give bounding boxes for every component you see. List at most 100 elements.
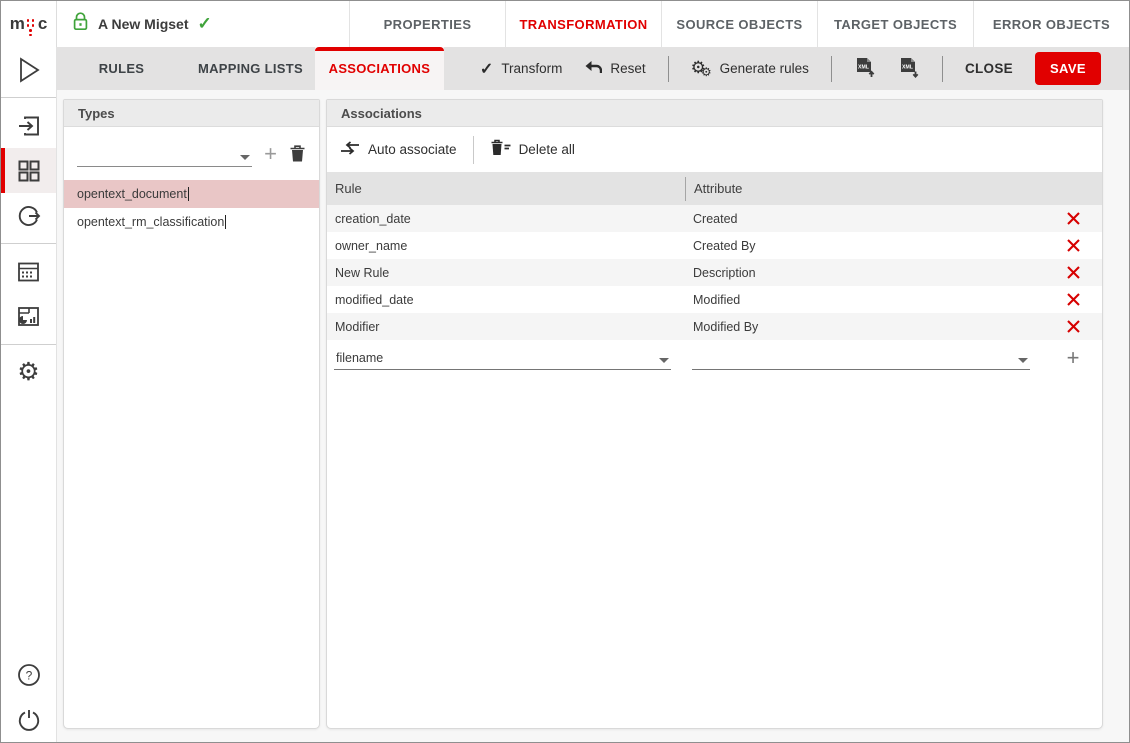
save-button[interactable]: SAVE bbox=[1035, 52, 1101, 85]
transform-button[interactable]: ✓ Transform bbox=[480, 59, 562, 79]
report-chart-icon bbox=[17, 305, 40, 328]
lock-icon[interactable] bbox=[72, 12, 89, 36]
svg-text:XML: XML bbox=[902, 64, 914, 70]
type-list-item[interactable]: opentext_rm_classification bbox=[64, 208, 319, 236]
valid-check-icon: ✓ bbox=[198, 14, 212, 34]
types-list: opentext_document opentext_rm_classifica… bbox=[64, 180, 319, 728]
type-label: opentext_document bbox=[77, 187, 187, 201]
sign-in-icon bbox=[17, 114, 41, 138]
play-icon bbox=[17, 57, 41, 83]
sidebar-item-source[interactable] bbox=[1, 103, 56, 148]
attribute-cell: Created By bbox=[685, 239, 1044, 253]
generate-rules-button[interactable]: ⚙⚙ Generate rules bbox=[691, 59, 809, 78]
rule-cell: Modifier bbox=[327, 320, 685, 334]
attribute-cell: Modified bbox=[685, 293, 1044, 307]
add-type-button[interactable]: + bbox=[264, 143, 277, 165]
chevron-down-icon bbox=[240, 155, 250, 160]
delete-x-icon bbox=[1066, 211, 1081, 226]
sidebar-item-settings[interactable]: ⚙ bbox=[1, 350, 56, 395]
grid-icon bbox=[17, 159, 41, 183]
delete-x-icon bbox=[1066, 238, 1081, 253]
toolbar-actions: ✓ Transform Reset ⚙⚙ Generate rules bbox=[480, 47, 1129, 90]
attribute-cell: Created bbox=[685, 212, 1044, 226]
left-sidebar: ⚙ ? bbox=[1, 47, 57, 742]
new-rule-select[interactable]: filename bbox=[334, 346, 671, 370]
association-row: New Rule Description bbox=[327, 259, 1102, 286]
delete-association-button[interactable] bbox=[1044, 211, 1102, 226]
app-logo: m c bbox=[1, 1, 57, 47]
associations-panel: Associations Auto associate bbox=[326, 99, 1103, 729]
sidebar-divider bbox=[1, 97, 56, 98]
chevron-down-icon bbox=[1018, 358, 1028, 363]
delete-sweep-icon bbox=[490, 139, 511, 160]
app-window: m c A New Migset ✓ PROPERTIES TRANSFORMA… bbox=[0, 0, 1130, 743]
association-row: owner_name Created By bbox=[327, 232, 1102, 259]
delete-association-button[interactable] bbox=[1044, 265, 1102, 280]
column-header-attribute: Attribute bbox=[685, 177, 1044, 201]
logo-left: m bbox=[10, 14, 25, 34]
rule-cell: New Rule bbox=[327, 266, 685, 280]
xml-upload-icon: XML bbox=[854, 57, 876, 81]
delete-type-button[interactable] bbox=[289, 144, 306, 163]
new-attribute-select[interactable] bbox=[692, 346, 1030, 370]
migset-title-area: A New Migset ✓ bbox=[57, 1, 349, 47]
association-row: Modifier Modified By bbox=[327, 313, 1102, 340]
text-cursor bbox=[188, 187, 189, 201]
toolbar-divider bbox=[831, 56, 832, 82]
close-button[interactable]: CLOSE bbox=[965, 61, 1013, 76]
associations-table-header: Rule Attribute bbox=[327, 172, 1102, 205]
tab-properties[interactable]: PROPERTIES bbox=[349, 1, 505, 47]
types-panel: Types + opentext_document opentext_rm_cl… bbox=[63, 99, 320, 729]
xml-download-icon: XML bbox=[898, 57, 920, 81]
tab-transformation[interactable]: TRANSFORMATION bbox=[505, 1, 661, 47]
generate-rules-gears-icon: ⚙⚙ bbox=[691, 59, 712, 78]
sidebar-item-help[interactable]: ? bbox=[1, 652, 56, 697]
reset-button[interactable]: Reset bbox=[584, 60, 645, 78]
delete-association-button[interactable] bbox=[1044, 238, 1102, 253]
swap-arrows-icon bbox=[340, 140, 360, 159]
sidebar-item-migsets[interactable] bbox=[1, 148, 56, 193]
auto-associate-button[interactable]: Auto associate bbox=[340, 140, 457, 159]
tab-mapping-lists[interactable]: MAPPING LISTS bbox=[186, 47, 315, 90]
top-header: m c A New Migset ✓ PROPERTIES TRANSFORMA… bbox=[1, 1, 1129, 47]
text-cursor bbox=[225, 215, 226, 229]
toolbar-divider bbox=[942, 56, 943, 82]
type-list-item[interactable]: opentext_document bbox=[64, 180, 319, 208]
xml-import-button[interactable]: XML bbox=[854, 57, 876, 81]
delete-all-button[interactable]: Delete all bbox=[490, 139, 575, 160]
tab-rules[interactable]: RULES bbox=[57, 47, 186, 90]
xml-export-button[interactable]: XML bbox=[898, 57, 920, 81]
attribute-cell: Description bbox=[685, 266, 1044, 280]
toolbar-divider bbox=[473, 136, 474, 164]
help-icon: ? bbox=[17, 663, 41, 687]
sidebar-item-scheduler[interactable] bbox=[1, 249, 56, 294]
new-rule-select-value: filename bbox=[336, 351, 383, 365]
sidebar-item-logout[interactable] bbox=[1, 697, 56, 742]
toolbar-divider bbox=[668, 56, 669, 82]
delete-association-button[interactable] bbox=[1044, 319, 1102, 334]
rule-cell: owner_name bbox=[327, 239, 685, 253]
tab-source-objects[interactable]: SOURCE OBJECTS bbox=[661, 1, 817, 47]
associations-panel-title: Associations bbox=[327, 100, 1102, 127]
tab-error-objects[interactable]: ERROR OBJECTS bbox=[973, 1, 1129, 47]
logo-dots-icon bbox=[27, 17, 36, 35]
tab-target-objects[interactable]: TARGET OBJECTS bbox=[817, 1, 973, 47]
associations-table-body: creation_date Created owner_name Created… bbox=[327, 205, 1102, 340]
sidebar-item-reports[interactable] bbox=[1, 294, 56, 339]
delete-association-button[interactable] bbox=[1044, 292, 1102, 307]
migset-name[interactable]: A New Migset bbox=[98, 16, 189, 32]
association-row: creation_date Created bbox=[327, 205, 1102, 232]
associations-toolbar: Auto associate Delete all bbox=[327, 127, 1102, 172]
types-panel-title: Types bbox=[64, 100, 319, 127]
calendar-icon bbox=[17, 260, 40, 283]
type-label: opentext_rm_classification bbox=[77, 215, 224, 229]
sidebar-divider bbox=[1, 344, 56, 345]
tab-associations[interactable]: ASSOCIATIONS bbox=[315, 47, 444, 90]
add-association-button[interactable]: + bbox=[1067, 347, 1080, 369]
trash-icon bbox=[289, 144, 306, 163]
type-select[interactable] bbox=[77, 141, 252, 167]
sidebar-item-target[interactable] bbox=[1, 193, 56, 238]
logo-right: c bbox=[38, 14, 47, 34]
association-row: modified_date Modified bbox=[327, 286, 1102, 313]
sidebar-item-run[interactable] bbox=[1, 47, 56, 92]
